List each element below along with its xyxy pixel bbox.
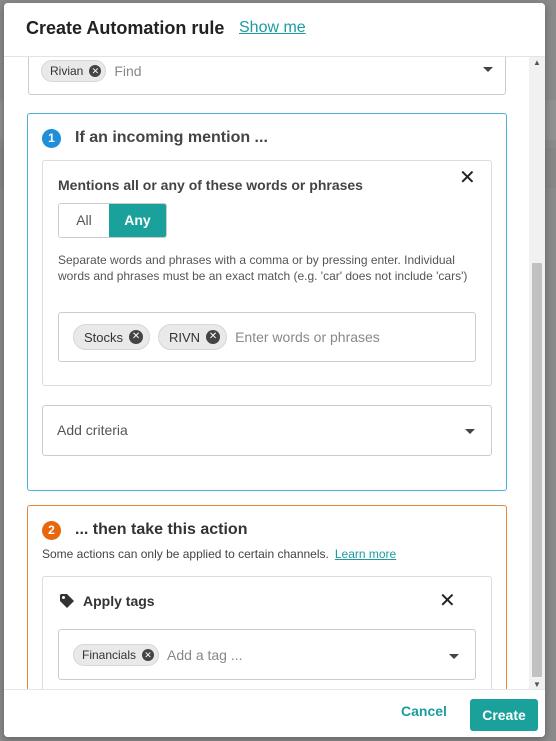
modal-body: Rivian ✕ Find 1 If an incoming mention .…: [4, 57, 545, 691]
toggle-any-button[interactable]: Any: [109, 204, 166, 237]
modal-scrollbar[interactable]: ▲ ▼: [529, 57, 545, 691]
chip-label: RIVN: [169, 329, 201, 345]
condition-step: 1 If an incoming mention ... Mentions al…: [27, 113, 507, 491]
add-criteria-dropdown[interactable]: Add criteria: [42, 405, 492, 456]
close-icon[interactable]: ✕: [459, 168, 476, 188]
words-input-field[interactable]: Stocks ✕ RIVN ✕ Enter words or phrases: [58, 312, 476, 362]
add-criteria-label: Add criteria: [57, 422, 128, 438]
word-chip: RIVN ✕: [158, 324, 228, 350]
step-number-badge: 2: [42, 521, 61, 540]
tag-icon: [60, 594, 74, 608]
scroll-up-icon[interactable]: ▲: [529, 57, 545, 69]
learn-more-link[interactable]: Learn more: [335, 547, 396, 561]
chip-label: Rivian: [50, 64, 84, 78]
cancel-button[interactable]: Cancel: [394, 703, 454, 725]
action-step: 2 ... then take this action Some actions…: [27, 505, 507, 691]
modal-footer: Cancel Create: [4, 689, 545, 737]
create-button[interactable]: Create: [470, 699, 538, 731]
scroll-thumb[interactable]: [532, 263, 542, 677]
chip-label: Financials: [82, 647, 137, 662]
find-placeholder: Find: [114, 63, 142, 79]
caret-down-icon[interactable]: [483, 67, 493, 72]
toggle-all-button[interactable]: All: [59, 204, 109, 237]
close-circle-icon[interactable]: ✕: [129, 330, 144, 344]
caret-down-icon[interactable]: [449, 654, 459, 659]
apply-tags-box: Apply tags ✕ Financials ✕ Add a tag ...: [42, 576, 492, 691]
modal-title: Create Automation rule: [26, 18, 225, 38]
match-mode-toggle: All Any: [58, 203, 167, 238]
chip-label: Stocks: [84, 329, 124, 345]
caret-down-icon: [465, 429, 475, 434]
help-text: Separate words and phrases with a comma …: [58, 253, 468, 283]
words-placeholder: Enter words or phrases: [235, 329, 380, 345]
close-circle-icon[interactable]: ✕: [89, 65, 102, 77]
show-me-link[interactable]: Show me: [239, 19, 306, 37]
tag-chip: Financials ✕: [73, 643, 160, 666]
subtitle-text: Some actions can only be applied to cert…: [42, 547, 329, 561]
tag-input-field[interactable]: Financials ✕ Add a tag ...: [58, 629, 476, 680]
mentions-criteria-box: Mentions all or any of these words or ph…: [42, 160, 492, 386]
create-automation-modal: Create Automation rule Show me Rivian ✕ …: [4, 3, 545, 737]
tag-placeholder: Add a tag ...: [167, 646, 243, 663]
word-chip: Stocks ✕: [73, 324, 151, 350]
channel-filter-field[interactable]: Rivian ✕ Find: [28, 57, 506, 95]
close-icon[interactable]: ✕: [439, 591, 456, 611]
modal-header: Create Automation rule Show me: [4, 3, 545, 57]
step-number-badge: 1: [42, 129, 61, 148]
step-title: If an incoming mention ...: [75, 129, 268, 146]
step-title: ... then take this action: [75, 521, 248, 538]
criteria-label: Mentions all or any of these words or ph…: [58, 177, 363, 193]
close-circle-icon[interactable]: ✕: [206, 330, 221, 344]
step-subtitle: Some actions can only be applied to cert…: [42, 547, 396, 561]
action-label: Apply tags: [83, 593, 155, 609]
filter-chip: Rivian ✕: [41, 60, 107, 82]
close-circle-icon[interactable]: ✕: [142, 648, 155, 661]
